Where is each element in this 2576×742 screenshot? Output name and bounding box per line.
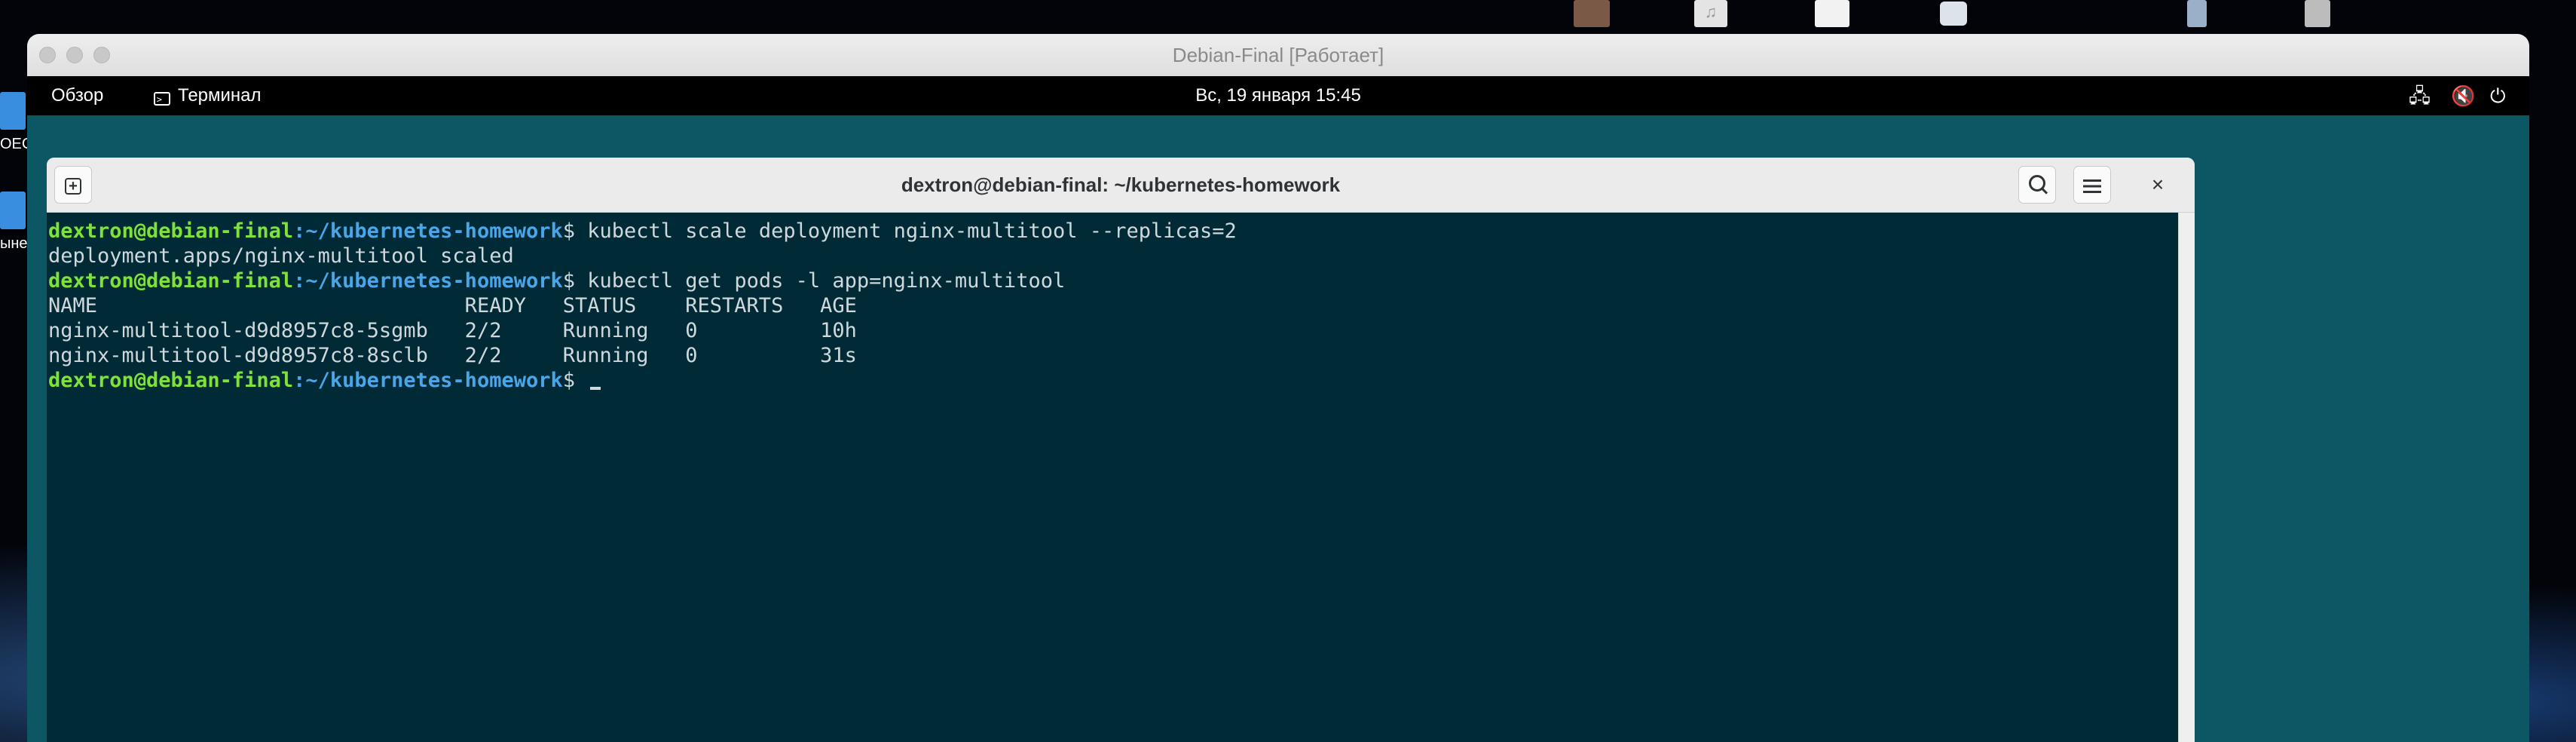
prompt-symbol: $ (562, 369, 588, 392)
text-cursor (590, 387, 601, 390)
terminal-line: dextron@debian-final:~/kubernetes-homewo… (48, 368, 2178, 393)
terminal-output[interactable]: dextron@debian-final:~/kubernetes-homewo… (47, 213, 2178, 742)
search-icon (2029, 174, 2045, 192)
terminal-line: dextron@debian-final:~/kubernetes-homewo… (48, 219, 2178, 244)
vm-window: Debian-Final [Работает] Обзор >_ Терминал… (27, 34, 2529, 742)
network-icon[interactable]: 🖧 (2409, 76, 2431, 115)
prompt-path: :~/kubernetes-homework (293, 269, 563, 293)
prompt-path: :~/kubernetes-homework (293, 219, 563, 243)
command-text: kubectl get pods -l app=nginx-multitool (587, 269, 1066, 293)
prompt-path: :~/kubernetes-homework (293, 369, 563, 392)
table-row: nginx-multitool-d9d8957c8-8sclb 2/2 Runn… (48, 344, 857, 367)
power-icon[interactable]: ⏻ (2490, 76, 2506, 115)
volume-muted-icon[interactable]: 🔇 (2451, 76, 2475, 115)
terminal-headerbar[interactable]: + dextron@debian-final: ~/kubernetes-hom… (47, 158, 2195, 213)
close-terminal-button[interactable]: × (2139, 166, 2177, 204)
folder-icon[interactable] (0, 92, 26, 130)
prompt-user: dextron@debian-final (48, 219, 294, 243)
vm-titlebar[interactable]: Debian-Final [Работает] (27, 34, 2529, 77)
document-file-icon[interactable] (1815, 0, 1849, 27)
table-header: NAME READY STATUS RESTARTS AGE (48, 294, 857, 317)
prompt-user: dextron@debian-final (48, 369, 294, 392)
terminal-scrollbar[interactable] (2178, 213, 2195, 742)
table-row: nginx-multitool-d9d8957c8-5sgmb 2/2 Runn… (48, 319, 857, 342)
file-icon[interactable] (2305, 0, 2330, 27)
vm-window-title: Debian-Final [Работает] (1172, 44, 1384, 66)
gnome-top-bar: Обзор >_ Терминал Вс, 19 января 15:45 🖧 🔇… (27, 76, 2529, 115)
search-button[interactable] (2018, 166, 2056, 204)
close-icon: × (2151, 173, 2165, 196)
file-icon[interactable] (2187, 0, 2207, 27)
hamburger-menu-icon (2083, 179, 2101, 193)
clock[interactable]: Вс, 19 января 15:45 (27, 76, 2529, 115)
terminal-line: dextron@debian-final:~/kubernetes-homewo… (48, 268, 2178, 293)
terminal-title: dextron@debian-final: ~/kubernetes-homew… (901, 173, 1341, 196)
prompt-symbol: $ (562, 219, 588, 243)
photo-thumbnail-icon[interactable] (1574, 0, 1610, 27)
terminal-line: deployment.apps/nginx-multitool scaled (48, 244, 514, 268)
menu-button[interactable] (2073, 166, 2111, 204)
command-text: kubectl scale deployment nginx-multitool… (587, 219, 1237, 243)
prompt-symbol: $ (562, 269, 588, 293)
music-file-icon[interactable]: ♫ (1694, 0, 1727, 27)
terminal-window: + dextron@debian-final: ~/kubernetes-hom… (47, 158, 2195, 742)
app-icon[interactable] (1940, 2, 1967, 26)
folder-icon[interactable] (0, 192, 26, 229)
prompt-user: dextron@debian-final (48, 269, 294, 293)
